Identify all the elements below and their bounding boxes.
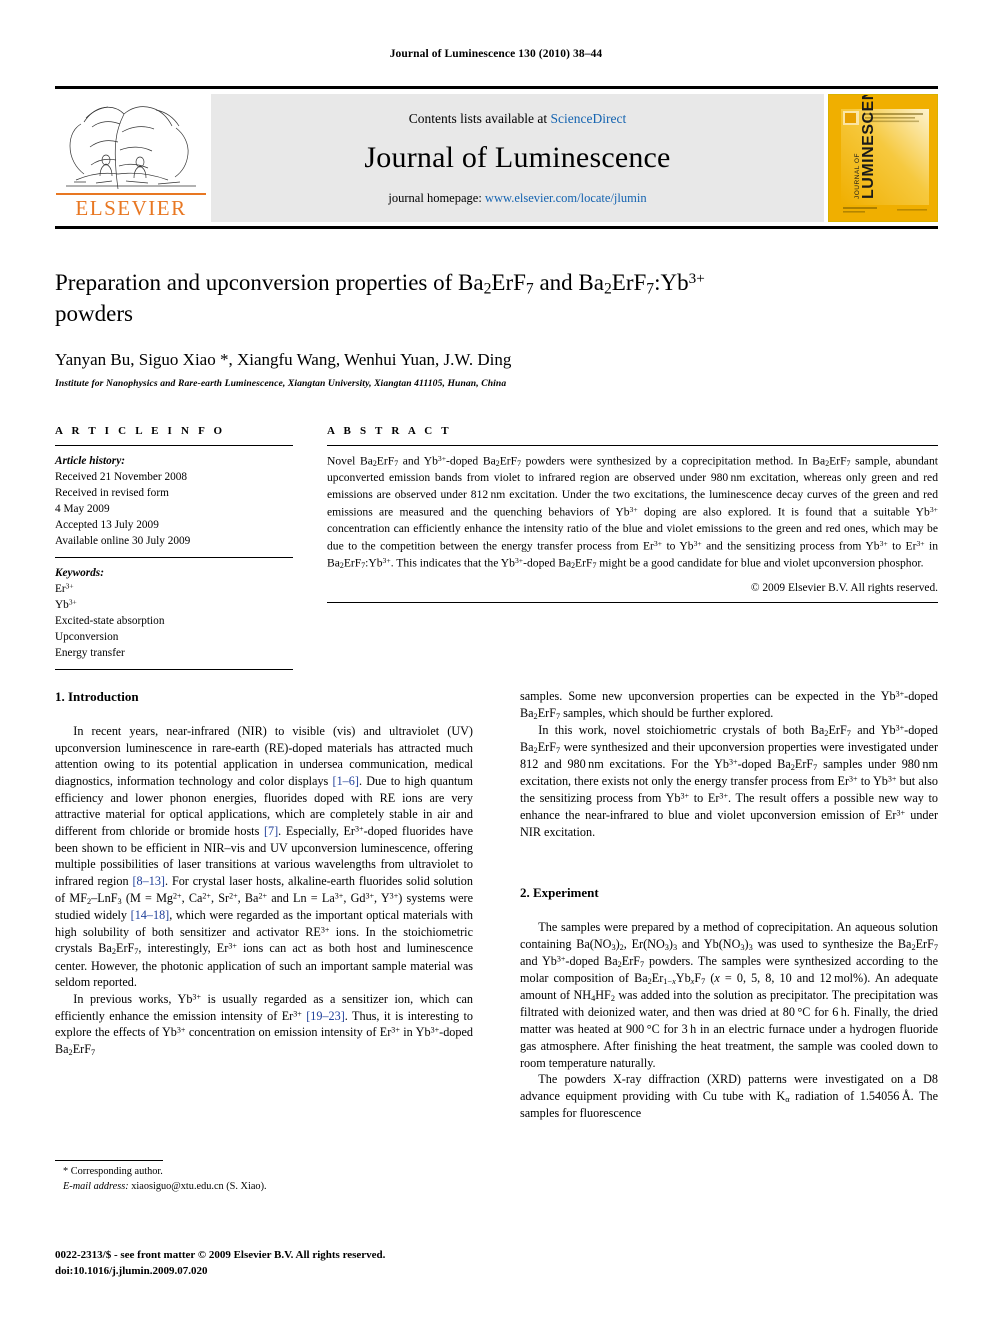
footnote-rule bbox=[55, 1160, 163, 1161]
title-line-1: Preparation and upconversion properties … bbox=[55, 270, 573, 298]
section-heading-experiment: 2. Experiment bbox=[520, 885, 599, 901]
footer-doi-line[interactable]: doi:10.1016/j.jlumin.2009.07.020 bbox=[55, 1264, 525, 1280]
journal-title: Journal of Luminescence bbox=[364, 140, 671, 174]
body-column-left: 1. Introduction In recent years, near-in… bbox=[55, 688, 473, 1058]
abstract-rule-bottom bbox=[327, 602, 938, 604]
history-item: Received 21 November 2008 bbox=[55, 471, 188, 484]
svg-text:LUMINESCENCE: LUMINESCENCE bbox=[860, 95, 877, 199]
history-item: 4 May 2009 bbox=[55, 503, 110, 516]
intro-paragraph-2: In previous works, Yb3+ is usually regar… bbox=[55, 991, 474, 1057]
keyword-item: Yb3+ bbox=[55, 597, 77, 612]
keyword-item: Energy transfer bbox=[55, 647, 125, 660]
homepage-prefix-text: journal homepage: bbox=[388, 190, 485, 205]
journal-homepage-line: journal homepage: www.elsevier.com/locat… bbox=[388, 191, 646, 206]
history-item: Accepted 13 July 2009 bbox=[55, 519, 159, 532]
cover-art-icon: LUMINESCENCE JOURNAL OF bbox=[829, 95, 937, 221]
email-note: E-mail address: xiaosiguo@xtu.edu.cn (S.… bbox=[55, 1180, 473, 1195]
experiment-paragraph-1: The samples were prepared by a method of… bbox=[520, 920, 938, 1070]
article-history: Article history: Received 21 November 20… bbox=[55, 453, 293, 549]
article-history-label: Article history: bbox=[55, 455, 125, 467]
abstract-block: A B S T R A C T Novel Ba2ErF7 and Yb3+-d… bbox=[327, 425, 938, 610]
article-info-rule-bottom bbox=[55, 669, 293, 671]
history-item: Available online 30 July 2009 bbox=[55, 535, 191, 548]
intro-paragraph-3: In this work, novel stoichiometric cryst… bbox=[520, 722, 939, 839]
experiment-paragraph-2: The powders X-ray diffraction (XRD) patt… bbox=[520, 1072, 938, 1121]
sciencedirect-link[interactable]: ScienceDirect bbox=[551, 111, 627, 126]
article-info-block: A R T I C L E I N F O Article history: R… bbox=[55, 425, 293, 677]
contents-banner: Contents lists available at ScienceDirec… bbox=[211, 94, 824, 222]
svg-text:JOURNAL OF: JOURNAL OF bbox=[854, 153, 861, 199]
keywords-label: Keywords: bbox=[55, 567, 104, 580]
running-head: Journal of Luminescence 130 (2010) 38–44 bbox=[389, 48, 603, 60]
article-info-heading: A R T I C L E I N F O bbox=[55, 425, 226, 437]
footer-issn-line: 0022-2313/$ - see front matter © 2009 El… bbox=[55, 1249, 386, 1261]
corresponding-author-note: * Corresponding author. bbox=[63, 1166, 163, 1177]
abstract-rule-top bbox=[327, 445, 938, 446]
contents-available-line: Contents lists available at ScienceDirec… bbox=[409, 111, 626, 127]
masthead-bottom-rule bbox=[55, 226, 938, 229]
history-item: Received in revised form bbox=[55, 487, 169, 500]
keyword-item: Excited-state absorption bbox=[55, 615, 165, 628]
intro-paragraph-1: In recent years, near-infrared (NIR) to … bbox=[55, 723, 473, 990]
title-block: Preparation and upconversion properties … bbox=[55, 268, 755, 389]
page-title: Preparation and upconversion properties … bbox=[55, 268, 755, 329]
keyword-item: Er3+ bbox=[55, 581, 74, 596]
journal-masthead: ELSEVIER Contents lists available at Sci… bbox=[55, 86, 938, 229]
article-info-rule-mid bbox=[55, 557, 293, 559]
abstract-copyright: © 2009 Elsevier B.V. All rights reserved… bbox=[750, 582, 938, 595]
elsevier-wordmark: ELSEVIER bbox=[75, 195, 187, 220]
article-info-rule-top bbox=[55, 445, 293, 446]
contents-prefix-text: Contents lists available at bbox=[408, 110, 551, 126]
intro-paragraph-2-continued: samples. Some new upconversion propertie… bbox=[520, 689, 938, 721]
section-heading-introduction: 1. Introduction bbox=[55, 689, 139, 704]
abstract-heading: A B S T R A C T bbox=[327, 425, 452, 437]
body-column-right: samples. Some new upconversion propertie… bbox=[520, 688, 938, 1122]
author-list: Yanyan Bu, Siguo Xiao *, Xiangfu Wang, W… bbox=[55, 349, 512, 369]
elsevier-tree-icon bbox=[56, 94, 206, 195]
abstract-text: Novel Ba2ErF7 and Yb3+-doped Ba2ErF7 pow… bbox=[327, 454, 938, 571]
paper-page: Journal of Luminescence 130 (2010) 38–44 bbox=[0, 0, 992, 1323]
tree-drawing-icon bbox=[66, 106, 196, 190]
keywords-list: Keywords: Er3+ Yb3+ Excited-state absorp… bbox=[55, 565, 293, 661]
email-address[interactable]: xiaosiguo@xtu.edu.cn (S. Xiao). bbox=[129, 1181, 266, 1192]
email-label: E-mail address: bbox=[63, 1180, 129, 1192]
keyword-item: Upconversion bbox=[55, 631, 119, 644]
elsevier-logo: ELSEVIER bbox=[55, 94, 207, 222]
journal-cover-thumbnail: LUMINESCENCE JOURNAL OF bbox=[828, 94, 938, 222]
affiliation: Institute for Nanophysics and Rare-earth… bbox=[55, 377, 507, 389]
page-footer: 0022-2313/$ - see front matter © 2009 El… bbox=[55, 1248, 525, 1279]
journal-homepage-link[interactable]: www.elsevier.com/locate/jlumin bbox=[485, 191, 647, 205]
footnote-block: * Corresponding author. E-mail address: … bbox=[55, 1160, 473, 1195]
